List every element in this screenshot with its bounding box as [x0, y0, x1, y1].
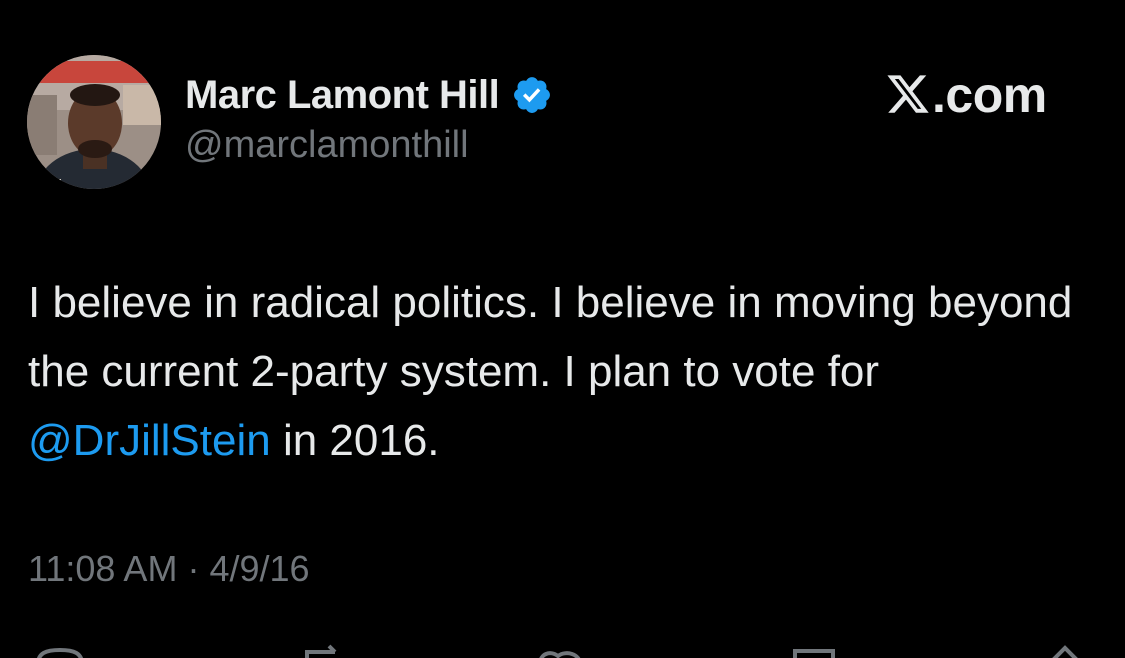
tweet-text: I believe in radical politics. I believe…: [28, 268, 1098, 475]
share-icon[interactable]: [1035, 640, 1095, 658]
tweet-time: 11:08 AM: [28, 548, 178, 589]
author-display-name[interactable]: Marc Lamont Hill: [185, 73, 500, 118]
tweet-timestamp[interactable]: 11:08 AM · 4/9/16: [28, 548, 310, 590]
retweet-icon[interactable]: [295, 640, 355, 658]
avatar[interactable]: [27, 55, 161, 189]
author-name-row[interactable]: Marc Lamont Hill: [185, 68, 553, 122]
author-handle[interactable]: @marclamonthill: [185, 124, 469, 167]
verified-badge-icon: [511, 74, 553, 116]
tweet-text-end: in 2016.: [270, 416, 440, 465]
bookmark-icon[interactable]: [785, 640, 845, 658]
mention-link[interactable]: @DrJillStein: [28, 416, 271, 465]
like-icon[interactable]: [530, 640, 590, 658]
brand-text: .com: [932, 67, 1047, 123]
tweet-date: 4/9/16: [209, 548, 310, 589]
brand-watermark: .com: [885, 64, 1047, 126]
tweet-card: Marc Lamont Hill @marclamonthill .com I …: [0, 0, 1125, 658]
action-bar: [0, 640, 1125, 658]
meta-separator: ·: [187, 548, 200, 589]
tweet-text-start: I believe in radical politics. I believe…: [28, 278, 1073, 396]
profile-photo: [27, 55, 161, 189]
x-logo-icon: [885, 73, 931, 117]
reply-icon[interactable]: [30, 640, 90, 658]
